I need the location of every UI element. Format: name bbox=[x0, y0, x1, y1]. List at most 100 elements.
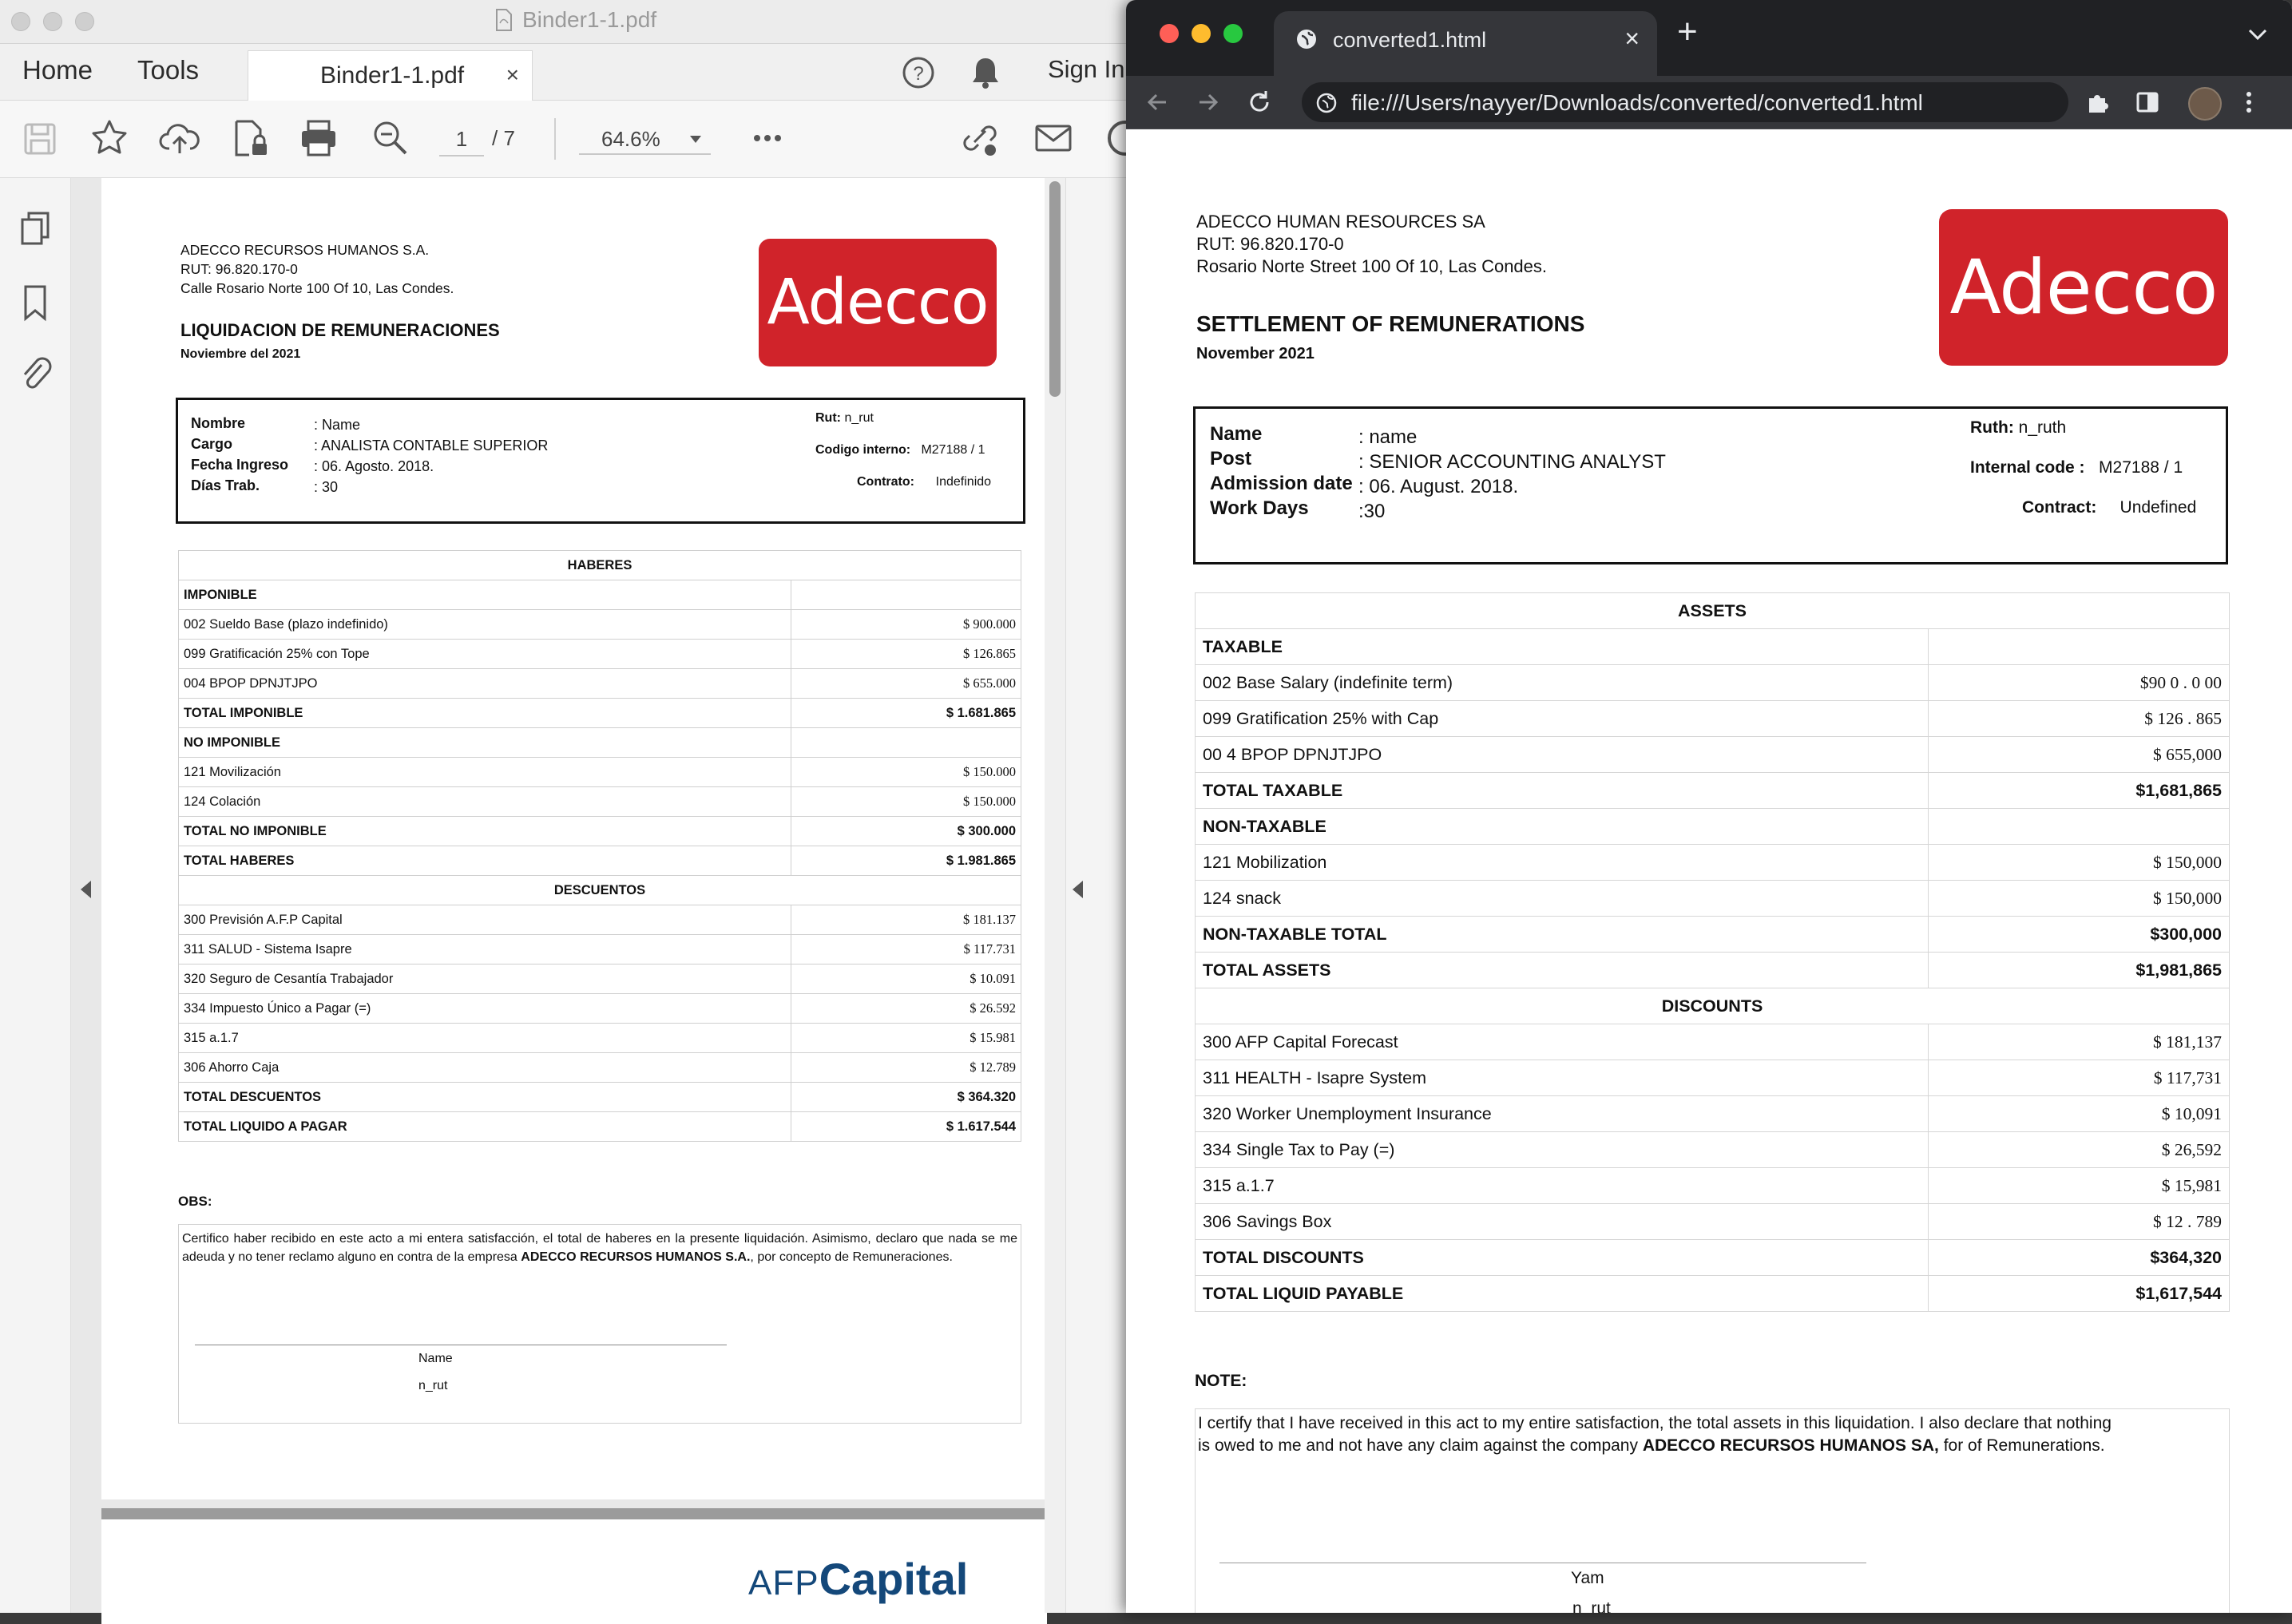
reload-icon[interactable] bbox=[1246, 89, 1273, 116]
total-row: TOTAL IMPONIBLE $ 1.681.865 bbox=[178, 698, 1021, 728]
employee-labels: Nombre Cargo Fecha Ingreso Días Trab. bbox=[191, 415, 289, 493]
afp-capital-logo: AFPCapital bbox=[748, 1554, 969, 1604]
kebab-menu-icon[interactable] bbox=[2241, 89, 2257, 116]
table-row: 311 SALUD - Sistema Isapre $ 117.731 bbox=[178, 934, 1021, 964]
total-row: TOTAL HABERES $ 1.981.865 bbox=[178, 846, 1021, 876]
site-info-icon[interactable] bbox=[1316, 93, 1337, 113]
converted-document-page: ADECCO HUMAN RESOURCES SA RUT: 96.820.17… bbox=[1126, 129, 2292, 1613]
table-row: 124 Colación $ 150.000 bbox=[178, 786, 1021, 817]
row-amount bbox=[1928, 628, 2230, 665]
row-amount bbox=[791, 580, 1021, 610]
section-header: ASSETS bbox=[1195, 592, 2230, 629]
row-label: 334 Single Tax to Pay (=) bbox=[1195, 1131, 1929, 1168]
vertical-scrollbar[interactable] bbox=[1045, 178, 1065, 1613]
total-row: TOTAL TAXABLE $1,681,865 bbox=[1195, 772, 2230, 809]
mail-icon[interactable] bbox=[1032, 117, 1075, 160]
document-tab[interactable]: Binder1-1.pdf × bbox=[248, 50, 533, 101]
contract-field: Contract: Undefined bbox=[2022, 498, 2197, 517]
more-icon[interactable] bbox=[746, 117, 789, 160]
employee-labels: Name Post Admission date Work Days bbox=[1210, 423, 1353, 519]
window-close-button[interactable] bbox=[11, 12, 30, 31]
profile-avatar[interactable] bbox=[2188, 87, 2222, 121]
new-tab-button[interactable]: + bbox=[1677, 14, 1698, 50]
close-tab-icon[interactable]: × bbox=[1624, 24, 1640, 53]
window-zoom-button[interactable] bbox=[75, 12, 94, 31]
row-amount: $364,320 bbox=[1928, 1239, 2230, 1276]
row-amount: $ 117,731 bbox=[1928, 1060, 2230, 1096]
subsection-row: IMPONIBLE bbox=[178, 580, 1021, 610]
company-address: Calle Rosario Norte 100 Of 10, Las Conde… bbox=[180, 280, 454, 296]
row-amount: $ 150.000 bbox=[791, 757, 1021, 787]
svg-text:?: ? bbox=[913, 63, 923, 85]
table-row: 320 Worker Unemployment Insurance $ 10,09… bbox=[1195, 1095, 2230, 1132]
table-row: 311 HEALTH - Isapre System $ 117,731 bbox=[1195, 1060, 2230, 1096]
adecco-logo: Adecco bbox=[759, 239, 997, 366]
tab-search-chevron-icon[interactable] bbox=[2247, 27, 2268, 42]
acrobat-titlebar: Binder1-1.pdf bbox=[0, 0, 1134, 44]
company-rut: RUT: 96.820.170-0 bbox=[1196, 234, 1344, 254]
side-panel-icon[interactable] bbox=[2134, 89, 2161, 116]
document-subtitle: November 2021 bbox=[1196, 345, 1315, 362]
cloud-upload-icon[interactable] bbox=[158, 117, 201, 160]
total-row: TOTAL LIQUIDO A PAGAR $ 1.617.544 bbox=[178, 1111, 1021, 1142]
pages-icon[interactable] bbox=[18, 210, 53, 248]
company-address: Rosario Norte Street 100 Of 10, Las Cond… bbox=[1196, 256, 1548, 276]
scrollbar-thumb[interactable] bbox=[1049, 181, 1061, 397]
window-zoom-button[interactable] bbox=[1223, 24, 1243, 43]
row-amount: $ 1.681.865 bbox=[791, 698, 1021, 728]
address-bar[interactable]: file:///Users/nayyer/Downloads/converted… bbox=[1302, 82, 2068, 122]
bookmark-icon[interactable] bbox=[19, 283, 51, 323]
remuneration-table: HABERES IMPONIBLE 002 Sueldo Base (plazo i… bbox=[178, 550, 1021, 1142]
save-icon[interactable] bbox=[19, 117, 62, 160]
acrobat-toolbar: 1 / 7 64.6% bbox=[0, 101, 1143, 178]
link-share-icon[interactable] bbox=[958, 117, 1001, 160]
zoom-out-icon[interactable] bbox=[369, 117, 412, 160]
internal-code-field: Codigo interno: M27188 / 1 bbox=[815, 443, 985, 457]
row-amount: $ 10,091 bbox=[1928, 1095, 2230, 1132]
collapse-right-panel-icon[interactable] bbox=[1073, 881, 1083, 898]
signature-rut: n_rut bbox=[1572, 1599, 1611, 1613]
collapse-left-panel-icon[interactable] bbox=[81, 881, 91, 898]
table-row: 306 Ahorro Caja $ 12.789 bbox=[178, 1052, 1021, 1083]
back-arrow-icon[interactable] bbox=[1144, 89, 1171, 116]
home-menu[interactable]: Home bbox=[22, 55, 93, 85]
window-minimize-button[interactable] bbox=[43, 12, 62, 31]
subsection-row: NON-TAXABLE bbox=[1195, 808, 2230, 845]
attachment-icon[interactable] bbox=[18, 354, 53, 394]
close-tab-button[interactable]: × bbox=[506, 62, 519, 88]
page-number-input[interactable]: 1 bbox=[439, 123, 484, 156]
note-box: I certify that I have received in this a… bbox=[1195, 1408, 2230, 1613]
file-lock-icon[interactable] bbox=[228, 117, 272, 160]
row-amount: $ 1.981.865 bbox=[791, 846, 1021, 876]
notification-bell-icon[interactable] bbox=[970, 55, 1001, 90]
row-label: 306 Ahorro Caja bbox=[178, 1052, 791, 1083]
sign-in-link[interactable]: Sign In bbox=[1048, 55, 1125, 84]
window-close-button[interactable] bbox=[1160, 24, 1179, 43]
active-tab[interactable]: converted1.html × bbox=[1274, 11, 1657, 76]
row-amount: $ 181,137 bbox=[1928, 1024, 2230, 1060]
table-row: 002 Base Salary (indefinite term) $90 0 .… bbox=[1195, 664, 2230, 701]
forward-arrow-icon[interactable] bbox=[1195, 89, 1222, 116]
row-label: 300 Previsión A.F.P Capital bbox=[178, 905, 791, 935]
chevron-down-icon bbox=[690, 136, 701, 143]
extensions-puzzle-icon[interactable] bbox=[2084, 89, 2112, 116]
toolbar-divider bbox=[554, 118, 556, 160]
zoom-select[interactable]: 64.6% bbox=[579, 123, 711, 155]
help-icon[interactable]: ? bbox=[901, 55, 936, 90]
chrome-toolbar: file:///Users/nayyer/Downloads/converted… bbox=[1126, 76, 2292, 129]
window-minimize-button[interactable] bbox=[1192, 24, 1211, 43]
pdf-file-icon bbox=[496, 9, 512, 31]
row-amount: $ 15,981 bbox=[1928, 1167, 2230, 1204]
table-row: 300 AFP Capital Forecast $ 181,137 bbox=[1195, 1024, 2230, 1060]
table-row: 300 Previsión A.F.P Capital $ 181.137 bbox=[178, 905, 1021, 935]
row-amount: $ 12 . 789 bbox=[1928, 1203, 2230, 1240]
acrobat-window: Binder1-1.pdf Home Tools Binder1-1.pdf ×… bbox=[0, 0, 1143, 1624]
tools-menu[interactable]: Tools bbox=[137, 55, 199, 85]
print-icon[interactable] bbox=[297, 117, 340, 160]
employee-values: : name : SENIOR ACCOUNTING ANALYST : 06.… bbox=[1358, 426, 1666, 522]
company-block: ADECCO HUMAN RESOURCES SA RUT: 96.820.17… bbox=[1196, 211, 1547, 278]
row-label: 00 4 BPOP DPNJTJPO bbox=[1195, 736, 1929, 773]
contract-field: Contrato: Indefinido bbox=[857, 475, 992, 489]
star-icon[interactable] bbox=[88, 117, 131, 160]
row-label: TOTAL DISCOUNTS bbox=[1195, 1239, 1929, 1276]
